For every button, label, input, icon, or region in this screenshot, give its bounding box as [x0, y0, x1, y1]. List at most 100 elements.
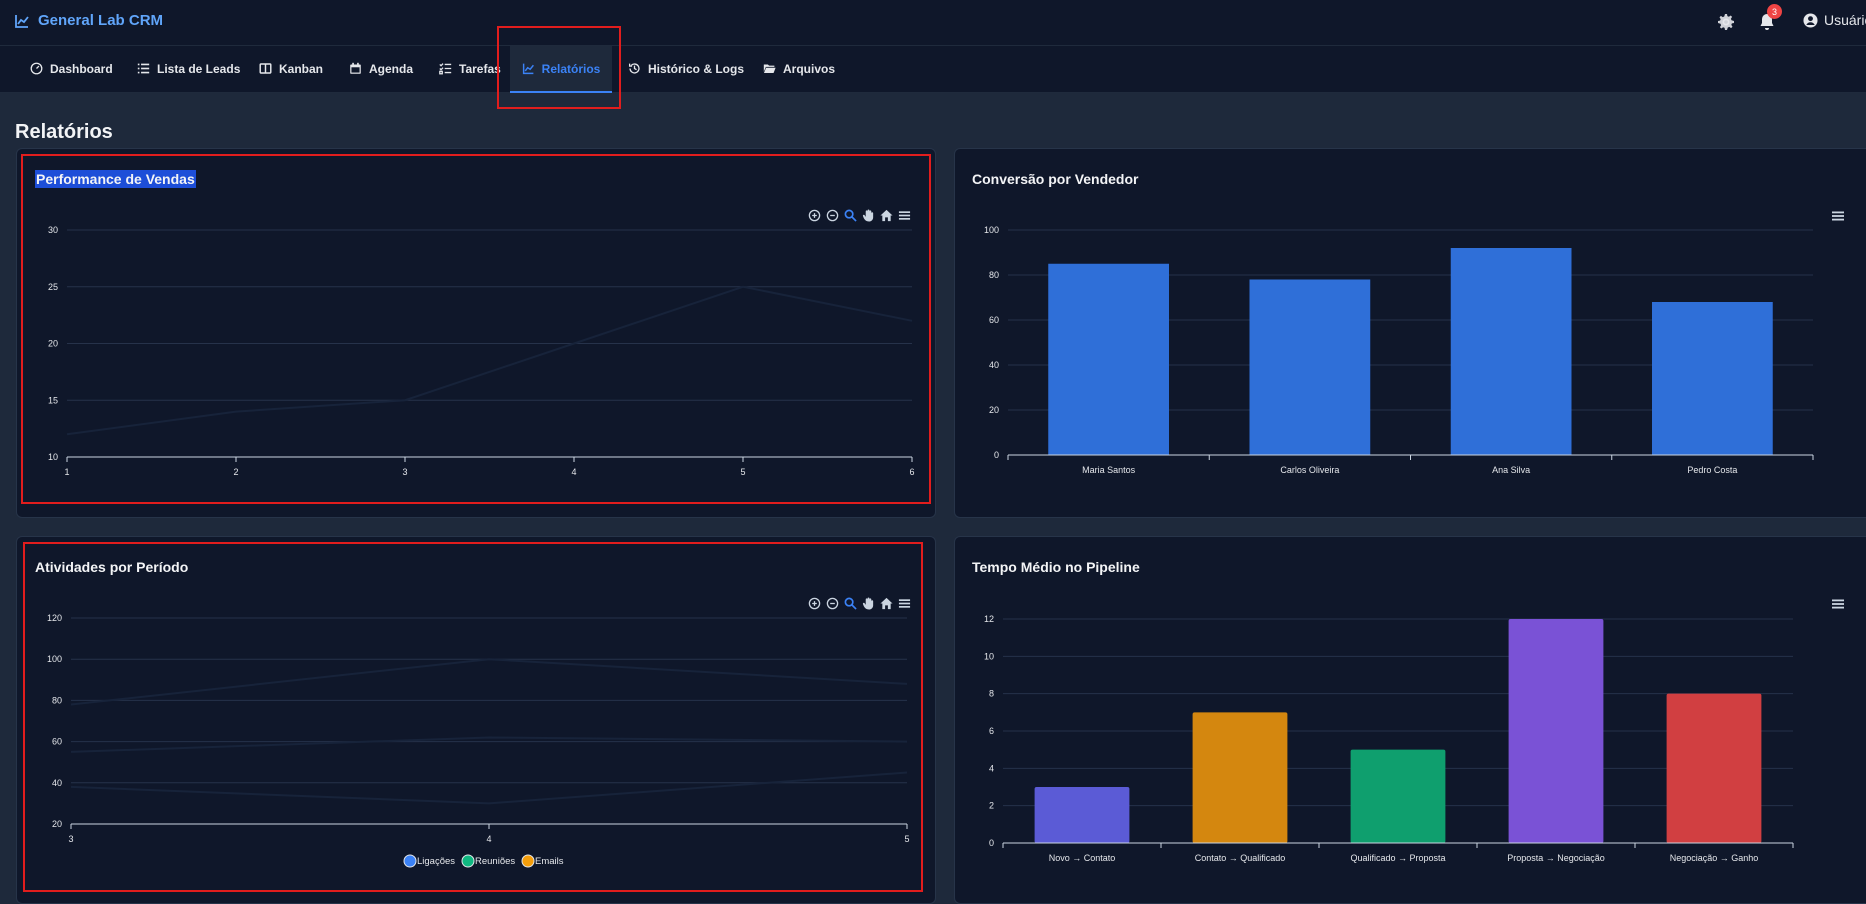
tab-label: Relatórios — [541, 61, 601, 76]
bar — [1666, 693, 1762, 843]
y-tick-label: 12 — [984, 614, 994, 624]
x-tick-label: 3 — [68, 834, 73, 844]
card-title-pipeline: Tempo Médio no Pipeline — [972, 559, 1140, 575]
chart-line-icon — [522, 63, 534, 75]
x-tick-label: Carlos Oliveira — [1280, 465, 1339, 475]
app-brand[interactable]: General Lab CRM — [14, 12, 163, 29]
columns-icon — [259, 63, 272, 74]
x-tick-label: Maria Santos — [1082, 465, 1136, 475]
settings-icon[interactable] — [1716, 12, 1736, 32]
performance-chart: 10 15 20 25 30 1 2 3 4 5 6 — [48, 225, 915, 477]
bar — [1508, 619, 1604, 843]
tab-dashboard[interactable]: Dashboard — [30, 46, 113, 93]
x-tick-label: Qualificado → Proposta — [1350, 853, 1445, 863]
series-line — [70, 736, 908, 753]
gauge-icon — [30, 62, 43, 75]
y-tick-label: 80 — [989, 270, 999, 280]
y-tick-label: 20 — [52, 819, 62, 829]
card-title-conversao: Conversão por Vendedor — [972, 171, 1139, 187]
tab-kanban[interactable]: Kanban — [259, 46, 323, 93]
card-title-atividades: Atividades por Período — [35, 559, 189, 575]
main-nav: Dashboard Lista de Leads Kanban Agenda T… — [0, 46, 1866, 93]
tab-arquivos[interactable]: Arquivos — [763, 46, 835, 93]
y-tick-label: 30 — [48, 225, 58, 235]
atividades-chart: 20 40 60 80 100 120 3 4 5 Ligações Reuniões Emails — [47, 613, 910, 868]
list-icon — [137, 63, 150, 74]
bar — [1249, 279, 1371, 455]
bar — [1192, 712, 1288, 843]
legend-marker — [403, 854, 417, 868]
x-tick-label: Pedro Costa — [1687, 465, 1737, 475]
legend-label: Emails — [535, 856, 564, 867]
x-tick-label: 2 — [233, 467, 238, 477]
x-tick-label: 6 — [909, 467, 914, 477]
y-tick-label: 60 — [989, 315, 999, 325]
y-tick-label: 40 — [52, 778, 62, 788]
app-title: General Lab CRM — [38, 12, 164, 29]
folder-open-icon — [763, 64, 776, 73]
chart-line-icon — [15, 14, 29, 28]
y-tick-label: 0 — [989, 838, 994, 848]
y-tick-label: 2 — [989, 801, 994, 811]
y-tick-label: 40 — [989, 360, 999, 370]
x-tick-label: 4 — [486, 834, 491, 844]
series-line — [66, 285, 913, 436]
y-tick-label: 80 — [52, 695, 62, 705]
y-tick-label: 100 — [47, 654, 62, 664]
y-tick-label: 0 — [994, 450, 999, 460]
pipeline-chart: 0 2 4 6 8 10 12 Novo → Contato Contato → Qualifi… — [984, 614, 1794, 863]
legend-label: Ligações — [417, 856, 455, 867]
y-tick-label: 10 — [984, 651, 994, 661]
tab-lista-de-leads[interactable]: Lista de Leads — [137, 46, 240, 93]
page-title: Relatórios — [15, 121, 113, 143]
tab-agenda[interactable]: Agenda — [349, 46, 413, 93]
legend-marker — [521, 854, 535, 868]
legend-label: Reuniões — [475, 856, 515, 867]
y-tick-label: 20 — [989, 405, 999, 415]
bar — [1350, 749, 1446, 843]
tab-label: Tarefas — [459, 61, 501, 76]
calendar-icon — [350, 62, 361, 74]
y-tick-label: 100 — [984, 225, 999, 235]
y-tick-label: 15 — [48, 395, 58, 405]
y-tick-label: 4 — [989, 763, 994, 773]
bar — [1450, 248, 1572, 455]
x-tick-label: Novo → Contato — [1049, 853, 1116, 863]
tab-relatorios[interactable]: Relatórios — [510, 46, 612, 93]
tab-label: Dashboard — [50, 61, 113, 76]
x-tick-label: Contato → Qualificado — [1195, 853, 1286, 863]
conversao-chart: 0 20 40 60 80 100 Maria Santos Carlos Oliveira A… — [984, 225, 1814, 475]
y-tick-label: 8 — [989, 689, 994, 699]
x-tick-label: Ana Silva — [1492, 465, 1530, 475]
x-tick-label: Proposta → Negociação — [1507, 853, 1605, 863]
y-tick-label: 60 — [52, 737, 62, 747]
user-circle-icon — [1803, 12, 1818, 28]
x-tick-label: 5 — [740, 467, 745, 477]
tab-label: Lista de Leads — [157, 61, 241, 76]
menu-icon[interactable] — [1831, 597, 1845, 611]
checklist-icon — [439, 63, 452, 75]
y-tick-label: 120 — [47, 613, 62, 623]
bar — [1034, 787, 1130, 843]
y-tick-label: 6 — [989, 726, 994, 736]
y-tick-label: 10 — [48, 452, 58, 462]
bar — [1048, 263, 1169, 455]
y-tick-label: 25 — [48, 282, 58, 292]
tab-label: Arquivos — [783, 61, 836, 76]
user-label: Usuário — [1824, 12, 1866, 28]
user-menu[interactable]: Usuário — [1803, 12, 1866, 28]
tab-tarefas[interactable]: Tarefas — [439, 46, 501, 93]
series-line — [70, 658, 908, 706]
tab-historico-logs[interactable]: Histórico & Logs — [628, 46, 744, 93]
y-tick-label: 20 — [48, 339, 58, 349]
top-header: General Lab CRM 3 Usuário — [0, 0, 1866, 46]
notification-badge: 3 — [1767, 4, 1782, 19]
tab-label: Histórico & Logs — [648, 61, 745, 76]
x-tick-label: 4 — [571, 467, 576, 477]
legend-marker — [461, 854, 475, 868]
series-line — [70, 771, 908, 805]
x-tick-label: 3 — [402, 467, 407, 477]
card-title-performance: Performance de Vendas — [35, 170, 196, 188]
active-tab-indicator — [510, 91, 612, 93]
bar — [1652, 302, 1773, 455]
